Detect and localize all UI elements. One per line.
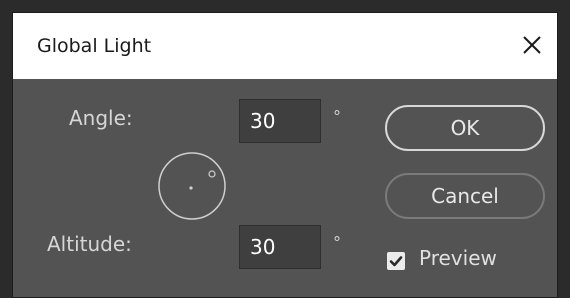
- dialog-title: Global Light: [37, 35, 152, 57]
- angle-dial-icon[interactable]: [155, 149, 229, 223]
- altitude-label: Altitude:: [47, 232, 132, 256]
- angle-input[interactable]: [239, 99, 321, 143]
- cancel-button[interactable]: Cancel: [385, 173, 545, 219]
- checkmark-icon: [389, 256, 403, 267]
- ok-button[interactable]: OK: [385, 105, 545, 151]
- angle-degree-symbol: °: [333, 107, 341, 126]
- close-icon[interactable]: [517, 30, 547, 60]
- altitude-input[interactable]: [239, 225, 321, 269]
- preview-label: Preview: [419, 246, 497, 270]
- angle-label: Angle:: [69, 106, 133, 130]
- app-window-background: Global Light Angle: ° Altitude: ° OK Can…: [0, 0, 570, 298]
- altitude-degree-symbol: °: [333, 233, 341, 252]
- preview-checkbox[interactable]: [387, 252, 405, 270]
- global-light-dialog: Global Light Angle: ° Altitude: ° OK Can…: [12, 12, 558, 298]
- dialog-titlebar: Global Light: [13, 13, 557, 79]
